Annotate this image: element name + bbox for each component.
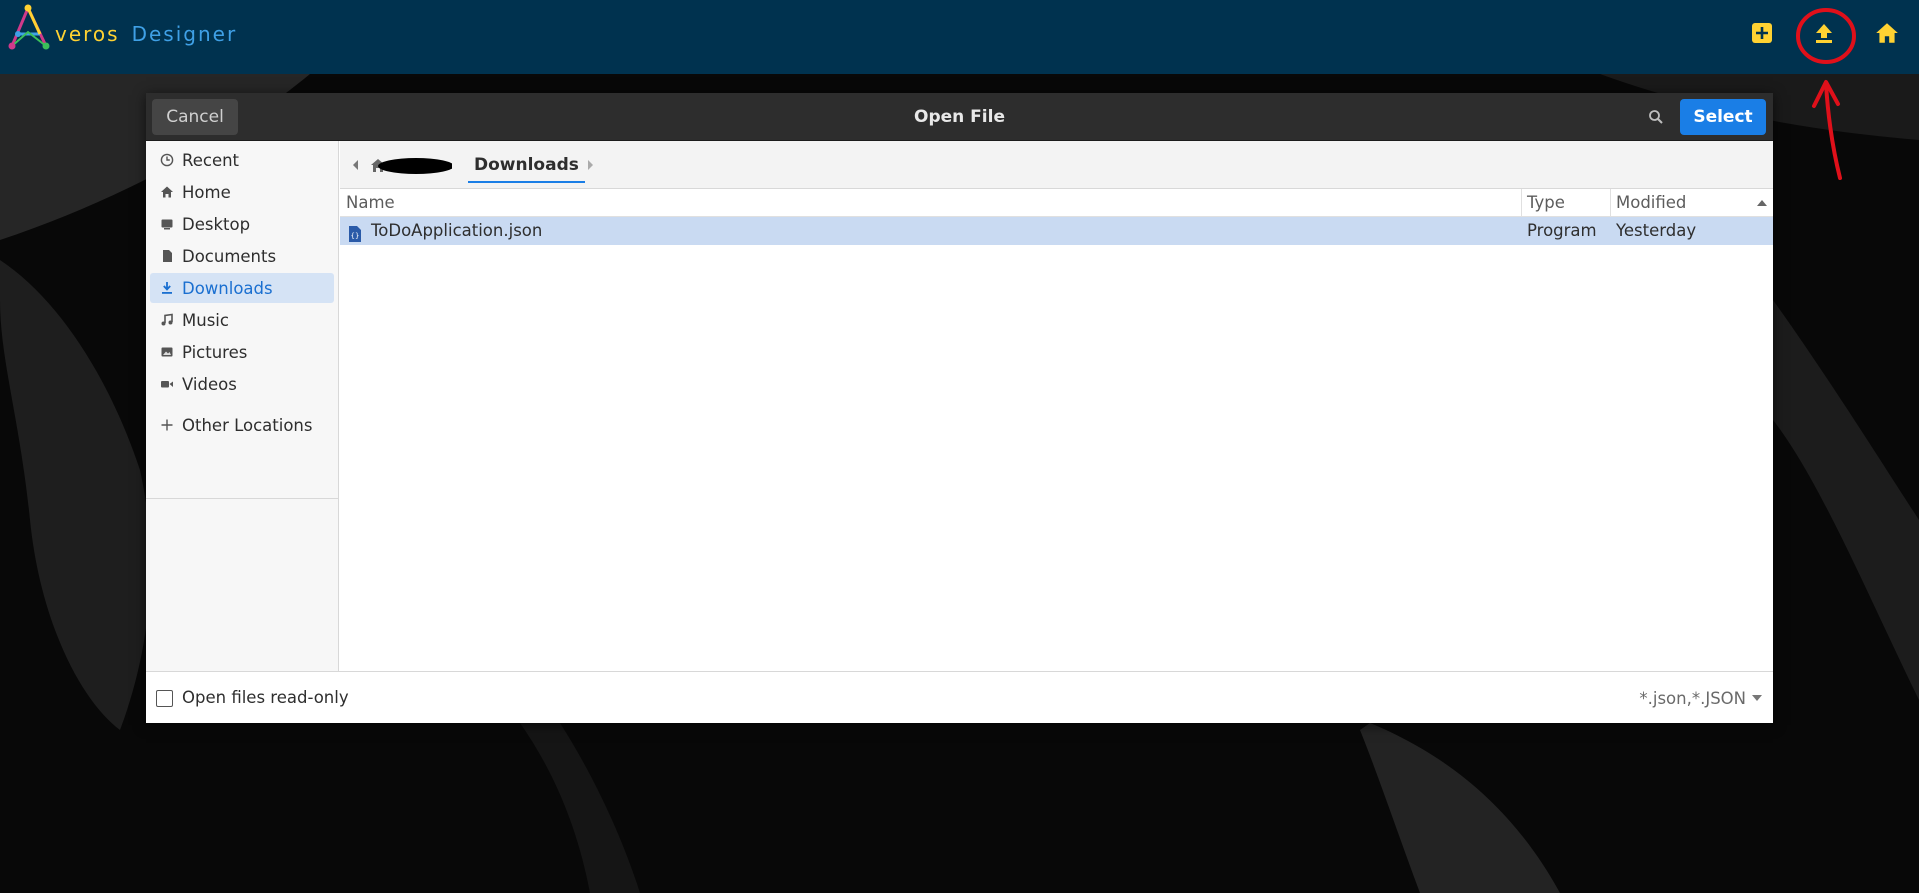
readonly-label[interactable]: Open files read-only [182,686,349,710]
app-name-part1: veros [55,22,120,46]
upload-button[interactable] [1809,18,1839,48]
chevron-left-icon [353,160,358,170]
sidebar-item-label: Recent [182,150,240,170]
sort-ascending-icon [1757,200,1767,206]
sidebar-item-documents[interactable]: Documents [150,241,334,271]
open-file-dialog: Open File Cancel Select Recent Home Desk… [146,93,1773,723]
sidebar-item-label: Downloads [182,278,273,298]
file-name: ToDoApplication.json [371,221,543,240]
dialog-title: Open File [914,107,1005,127]
home-icon [371,158,454,174]
chevron-right-icon [588,160,593,170]
sidebar-item-label: Documents [182,246,277,266]
file-list: Name Type Modified {} ToDoApplication.js… [340,189,1773,671]
column-modified-label: Modified [1616,193,1687,212]
sidebar-item-label: Videos [182,374,237,394]
dialog-header: Open File Cancel Select [146,93,1773,141]
column-header-modified[interactable]: Modified [1610,189,1773,217]
app-logo: veros Designer [8,4,235,50]
music-icon [156,310,178,330]
sidebar-item-downloads[interactable]: Downloads [150,273,334,303]
path-forward-button[interactable] [582,157,598,173]
cancel-button[interactable]: Cancel [152,99,238,135]
path-bar: Downloads [340,141,1773,189]
table-row[interactable]: {} ToDoApplication.json Program Yesterda… [340,217,1773,245]
logo-mark-icon [8,4,50,50]
plus-icon [156,415,178,435]
sidebar-item-desktop[interactable]: Desktop [150,209,334,239]
dialog-footer: Open files read-only *.json,*.JSON [146,671,1773,723]
file-type-filter[interactable]: *.json,*.JSON [1616,684,1762,712]
sidebar-item-home[interactable]: Home [150,177,334,207]
svg-text:{}: {} [351,232,360,240]
document-icon [156,246,178,266]
sidebar-item-other-locations[interactable]: Other Locations [150,410,334,440]
sidebar-divider [146,498,338,499]
app-name: veros Designer [55,22,237,46]
column-type-label: Type [1527,193,1565,212]
app-name-part2: Designer [131,22,238,46]
breadcrumb-downloads[interactable]: Downloads [468,149,585,183]
column-name-label: Name [346,193,395,212]
sidebar-item-label: Other Locations [182,415,313,435]
select-button[interactable]: Select [1680,99,1766,135]
breadcrumb-home[interactable] [370,155,454,177]
filter-value: *.json,*.JSON [1639,688,1746,708]
add-box-icon [1752,23,1772,43]
sidebar-item-label: Pictures [182,342,248,362]
json-file-icon: {} [348,223,362,242]
file-type: Program [1527,221,1597,240]
sidebar-item-videos[interactable]: Videos [150,369,334,399]
home-icon [156,182,178,202]
sidebar-item-label: Music [182,310,229,330]
sidebar-item-label: Desktop [182,214,251,234]
sidebar-item-recent[interactable]: Recent [150,145,334,175]
sidebar-item-label: Home [182,182,231,202]
search-button[interactable] [1644,105,1668,129]
sidebar-item-music[interactable]: Music [150,305,334,335]
upload-icon [1816,24,1832,43]
sidebar-item-pictures[interactable]: Pictures [150,337,334,367]
places-sidebar: Recent Home Desktop Documents Downloads [146,141,339,671]
chevron-down-icon [1752,695,1762,701]
column-header-type[interactable]: Type [1521,189,1610,217]
readonly-checkbox[interactable] [156,690,173,707]
file-modified: Yesterday [1616,221,1697,240]
clock-icon [156,150,178,170]
download-icon [156,278,178,298]
app-header: veros Designer [0,0,1919,74]
column-header-name[interactable]: Name [340,189,1521,217]
desktop-icon [156,214,178,234]
picture-icon [156,342,178,362]
path-back-button[interactable] [348,157,364,173]
home-icon [1876,23,1898,43]
home-button[interactable] [1872,18,1902,48]
video-icon [156,374,178,394]
search-icon [1649,110,1663,124]
add-button[interactable] [1747,18,1777,48]
